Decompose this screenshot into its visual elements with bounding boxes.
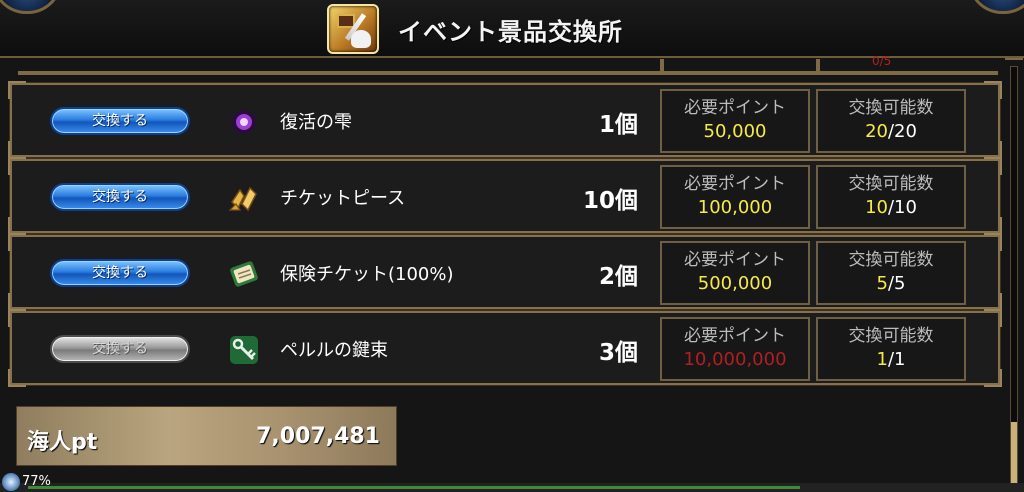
item-quantity: 3個 xyxy=(598,340,638,366)
required-points-box: 必要ポイント 50,000 xyxy=(660,89,810,153)
item-quantity: 1個 xyxy=(598,112,638,138)
required-points-box: 必要ポイント 500,000 xyxy=(660,241,810,305)
corner-orb-icon xyxy=(0,0,62,14)
exchange-row: 交換する ペルルの鍵束 3個 必要ポイント 10,000,000 交換可能数 1… xyxy=(8,309,1002,387)
points-panel: 海人pt 7,007,481 xyxy=(16,406,397,466)
required-points-label: 必要ポイント xyxy=(684,98,786,118)
required-points-value: 50,000 xyxy=(703,121,767,142)
required-points-value: 100,000 xyxy=(697,197,773,218)
exchange-limit-value: 20/20 xyxy=(818,121,964,142)
limit-total: /20 xyxy=(887,121,917,142)
page-title: イベント景品交換所 xyxy=(398,18,623,46)
footer-progress-text: 77% xyxy=(22,474,51,489)
status-orb-icon xyxy=(2,473,20,491)
partial-row-top xyxy=(10,59,1000,79)
points-label: 海人pt xyxy=(27,430,98,455)
points-value: 7,007,481 xyxy=(256,424,380,449)
footer-progress-fill xyxy=(28,486,800,489)
exchange-limit-box: 交換可能数 5/5 xyxy=(816,241,966,305)
exchange-limit-box: 交換可能数 20/20 xyxy=(816,89,966,153)
partial-row-limit: 0/5 xyxy=(872,54,892,68)
item-name: 復活の雫 xyxy=(280,112,352,133)
limit-current: 1 xyxy=(876,349,888,370)
exchange-limit-label: 交換可能数 xyxy=(848,326,934,346)
required-points-label: 必要ポイント xyxy=(684,326,786,346)
exchange-button-disabled[interactable]: 交換する xyxy=(50,335,190,363)
required-points-value: 500,000 xyxy=(697,273,773,294)
required-points-box: 必要ポイント 100,000 xyxy=(660,165,810,229)
exchange-limit-label: 交換可能数 xyxy=(848,250,934,270)
exchange-button[interactable]: 交換する xyxy=(50,259,190,287)
header-bar: イベント景品交換所 xyxy=(0,0,1024,58)
exchange-limit-box: 交換可能数 1/1 xyxy=(816,317,966,381)
insurance-ticket-icon xyxy=(230,261,258,287)
item-name: ペルルの鍵束 xyxy=(280,340,388,361)
required-points-label: 必要ポイント xyxy=(684,174,786,194)
exchange-row: 交換する 保険チケット(100%) 2個 必要ポイント 500,000 交換可能… xyxy=(8,233,1002,311)
limit-total: /5 xyxy=(887,273,906,294)
exchange-limit-label: 交換可能数 xyxy=(848,174,934,194)
key-bundle-icon xyxy=(230,336,258,364)
exchange-limit-value: 1/1 xyxy=(818,349,964,370)
exchange-limit-value: 10/10 xyxy=(818,197,964,218)
limit-current: 10 xyxy=(865,197,888,218)
exchange-button[interactable]: 交換する xyxy=(50,183,190,211)
limit-current: 20 xyxy=(865,121,888,142)
exchange-row: 交換する 復活の雫 1個 必要ポイント 50,000 交換可能数 20/20 xyxy=(8,81,1002,159)
ticket-piece-icon xyxy=(228,186,257,212)
item-name: 保険チケット(100%) xyxy=(280,264,454,285)
corner-orb-icon xyxy=(968,0,1024,14)
item-quantity: 10個 xyxy=(582,188,638,214)
exchange-button[interactable]: 交換する xyxy=(50,107,190,135)
required-points-box: 必要ポイント 10,000,000 xyxy=(660,317,810,381)
exchange-shop-icon xyxy=(327,4,379,54)
required-points-value: 10,000,000 xyxy=(683,349,787,370)
exchange-limit-label: 交換可能数 xyxy=(848,98,934,118)
limit-current: 5 xyxy=(876,273,888,294)
limit-total: /1 xyxy=(887,349,906,370)
item-quantity: 2個 xyxy=(598,264,638,290)
exchange-limit-box: 交換可能数 10/10 xyxy=(816,165,966,229)
limit-total: /10 xyxy=(887,197,917,218)
required-points-label: 必要ポイント xyxy=(684,250,786,270)
item-name: チケットピース xyxy=(280,188,406,209)
exchange-row: 交換する チケットピース 10個 必要ポイント 100,000 交換可能数 10… xyxy=(8,157,1002,235)
purple-orb-icon xyxy=(232,110,256,134)
scrollbar-thumb[interactable] xyxy=(1011,422,1017,486)
exchange-limit-value: 5/5 xyxy=(818,273,964,294)
